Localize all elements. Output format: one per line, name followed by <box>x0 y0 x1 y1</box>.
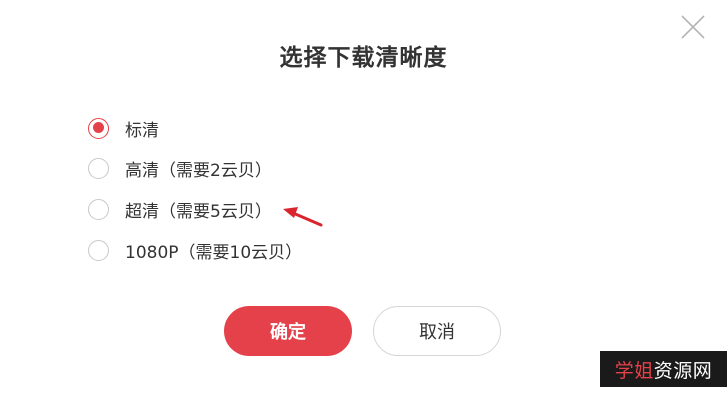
option-super[interactable]: 超清（需要5云贝） <box>88 196 272 222</box>
red-arrow-icon <box>283 207 323 227</box>
option-1080p-label: 1080P（需要10云贝） <box>125 242 303 263</box>
cancel-button[interactable]: 取消 <box>373 306 501 356</box>
option-standard-label: 标清 <box>125 120 159 141</box>
radio-super[interactable] <box>88 198 109 220</box>
watermark-part2: 资源网 <box>653 359 713 382</box>
radio-standard[interactable] <box>88 117 109 139</box>
close-icon <box>681 15 705 39</box>
option-1080p[interactable]: 1080P（需要10云贝） <box>88 237 302 263</box>
option-super-label: 超清（需要5云贝） <box>125 201 272 222</box>
close-button[interactable] <box>680 14 706 40</box>
option-standard[interactable]: 标清 <box>88 115 159 141</box>
radio-1080p[interactable] <box>88 239 109 261</box>
radio-high[interactable] <box>88 157 109 179</box>
dialog-title: 选择下载清晰度 <box>279 45 448 71</box>
confirm-button[interactable]: 确定 <box>224 306 352 356</box>
download-quality-dialog: 选择下载清晰度 标清 高清（需要2云贝） 超清（需要5云贝） 1080P（需要1… <box>0 0 727 399</box>
watermark: 学姐 资源网 <box>600 351 727 387</box>
option-high[interactable]: 高清（需要2云贝） <box>88 155 272 181</box>
option-high-label: 高清（需要2云贝） <box>125 160 272 181</box>
watermark-part1: 学姐 <box>614 359 654 382</box>
